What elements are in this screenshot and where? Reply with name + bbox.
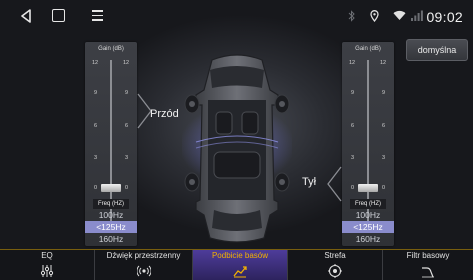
tick-label: 0 (382, 185, 386, 191)
tab-bass-boost[interactable]: Podbicie basów (193, 250, 288, 280)
tick-label: 9 (125, 90, 129, 96)
gain-slider-thumb[interactable] (101, 184, 121, 192)
status-bar: 09:02 (0, 0, 473, 34)
tick-label: 0 (351, 185, 355, 191)
location-icon (370, 10, 379, 22)
tick-label: 3 (125, 155, 129, 161)
tick-label: 6 (351, 123, 355, 129)
bass-boost-screen: 09:02 domyślna Gain (dB) 12 12 9 9 6 6 3… (0, 0, 473, 280)
zone-icon (328, 264, 342, 278)
tick-label: 0 (94, 185, 98, 191)
tab-label: Strefa (324, 251, 346, 260)
front-label: Przód (150, 108, 179, 120)
freq-option[interactable]: 160Hz (85, 233, 137, 245)
tick-label: 12 (92, 60, 99, 66)
tick-label: 0 (125, 185, 129, 191)
freq-selector: Freq (HZ) 100Hz <125Hz 160Hz (342, 199, 394, 245)
gain-title: Gain (dB) (98, 46, 124, 52)
freq-option-selected[interactable]: <125Hz (85, 221, 137, 233)
signal-icon (411, 10, 423, 21)
front-gain-panel: Gain (dB) 12 12 9 9 6 6 3 3 0 0 Freq (HZ… (85, 42, 137, 246)
car-illustration (182, 54, 292, 243)
back-icon[interactable] (20, 9, 32, 23)
rear-pointer-arrow (327, 166, 342, 202)
tick-label: 3 (382, 155, 386, 161)
surround-icon (136, 265, 151, 277)
tick-label: 9 (382, 90, 386, 96)
clock: 09:02 (426, 9, 463, 25)
rear-gain-panel: Gain (dB) 12 12 9 9 6 6 3 3 0 0 Freq (HZ… (342, 42, 394, 246)
wifi-icon (393, 10, 406, 20)
default-button[interactable]: domyślna (406, 39, 468, 61)
tab-label: Dźwięk przestrzenny (106, 251, 181, 260)
tick-label: 12 (123, 60, 130, 66)
freq-option[interactable]: 100Hz (342, 209, 394, 221)
tab-surround[interactable]: Dźwięk przestrzenny (95, 250, 193, 280)
freq-option[interactable]: 100Hz (85, 209, 137, 221)
bluetooth-icon (348, 10, 355, 22)
tick-label: 3 (94, 155, 98, 161)
tab-bass-filter[interactable]: Filtr basowy (383, 250, 473, 280)
tick-label: 6 (125, 123, 129, 129)
tick-label: 6 (382, 123, 386, 129)
tick-label: 9 (94, 90, 98, 96)
tab-zone[interactable]: Strefa (288, 250, 383, 280)
tab-eq[interactable]: EQ (0, 250, 95, 280)
gain-slider-thumb[interactable] (358, 184, 378, 192)
tick-label: 9 (351, 90, 355, 96)
bass-boost-icon (233, 266, 247, 278)
menu-icon[interactable] (92, 10, 103, 21)
freq-title: Freq (HZ) (350, 199, 386, 209)
tab-label: Podbicie basów (211, 251, 269, 260)
tab-label: EQ (41, 251, 53, 260)
freq-option-selected[interactable]: <125Hz (342, 221, 394, 233)
freq-option[interactable]: 160Hz (342, 233, 394, 245)
gain-title: Gain (dB) (355, 46, 381, 52)
freq-title: Freq (HZ) (93, 199, 129, 209)
rear-label: Tył (302, 176, 317, 188)
tick-label: 12 (349, 60, 356, 66)
tab-label: Filtr basowy (406, 251, 450, 260)
tick-label: 6 (94, 123, 98, 129)
tick-label: 12 (380, 60, 387, 66)
freq-selector: Freq (HZ) 100Hz <125Hz 160Hz (85, 199, 137, 245)
bass-filter-icon (422, 267, 434, 278)
tick-label: 3 (351, 155, 355, 161)
equalizer-icon (40, 265, 54, 277)
home-icon[interactable] (52, 9, 65, 22)
tab-bar: EQ Dźwięk przestrzenny Podbicie basów St… (0, 250, 473, 280)
